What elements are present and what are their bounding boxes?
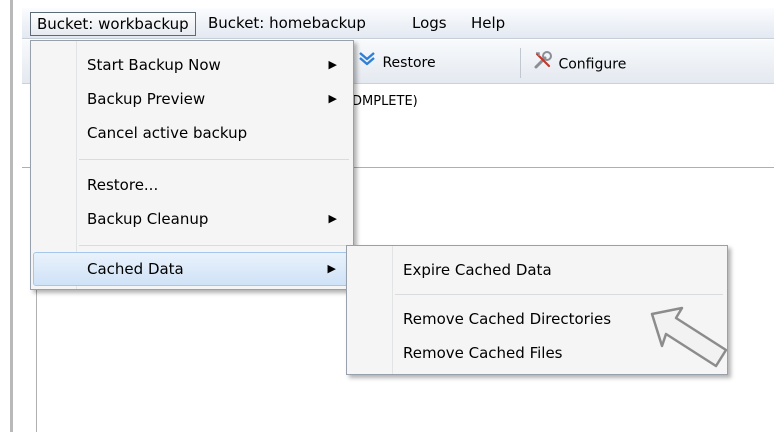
restore-button[interactable]: Restore xyxy=(356,50,436,76)
configure-icon xyxy=(532,50,554,79)
menu-item-label: Cancel active backup xyxy=(87,124,248,142)
menu-item-label: Backup Preview xyxy=(87,90,206,108)
menu-bucket-homebackup[interactable]: Bucket: homebackup xyxy=(201,12,373,36)
menu-item-label: Start Backup Now xyxy=(87,56,221,74)
window-left-edge xyxy=(10,0,13,432)
chevron-right-icon: ▶ xyxy=(327,262,336,275)
menu-item-label: Backup Cleanup xyxy=(87,210,209,228)
pointer-arrow-icon xyxy=(648,306,738,378)
bucket-menu: Start Backup Now ▶ Backup Preview ▶ Canc… xyxy=(30,40,354,290)
menu-separator xyxy=(79,245,349,246)
menu-separator xyxy=(395,294,723,295)
menu-help[interactable]: Help xyxy=(464,12,512,36)
configure-label: Configure xyxy=(558,56,627,73)
menu-item-cached-data[interactable]: Cached Data ▶ xyxy=(33,252,351,286)
restore-label: Restore xyxy=(382,55,436,71)
menu-item-start-backup-now[interactable]: Start Backup Now ▶ xyxy=(33,48,351,82)
menu-item-cancel-active-backup[interactable]: Cancel active backup xyxy=(33,116,351,150)
menu-item-label: Restore... xyxy=(87,176,159,194)
menu-item-label: Remove Cached Files xyxy=(403,344,563,362)
menu-bar: Bucket: workbackup Bucket: homebackup Lo… xyxy=(22,8,774,39)
chevron-right-icon: ▶ xyxy=(328,58,337,71)
menu-item-label: Remove Cached Directories xyxy=(403,310,612,328)
status-text: DMPLETE) xyxy=(352,94,418,109)
menu-item-backup-preview[interactable]: Backup Preview ▶ xyxy=(33,82,351,116)
configure-button[interactable]: Configure xyxy=(532,50,626,76)
restore-icon xyxy=(356,50,378,76)
menu-item-restore[interactable]: Restore... xyxy=(33,168,351,202)
chevron-right-icon: ▶ xyxy=(328,212,337,225)
chevron-right-icon: ▶ xyxy=(328,92,337,105)
menu-item-expire-cached-data[interactable]: Expire Cached Data xyxy=(349,253,725,287)
toolbar-separator xyxy=(520,48,521,78)
menu-logs[interactable]: Logs xyxy=(405,12,454,36)
menu-bucket-workbackup[interactable]: Bucket: workbackup xyxy=(30,12,196,36)
menu-item-label: Cached Data xyxy=(87,260,184,278)
menu-item-label: Expire Cached Data xyxy=(403,261,552,279)
menu-item-backup-cleanup[interactable]: Backup Cleanup ▶ xyxy=(33,202,351,236)
menu-separator xyxy=(79,159,349,160)
